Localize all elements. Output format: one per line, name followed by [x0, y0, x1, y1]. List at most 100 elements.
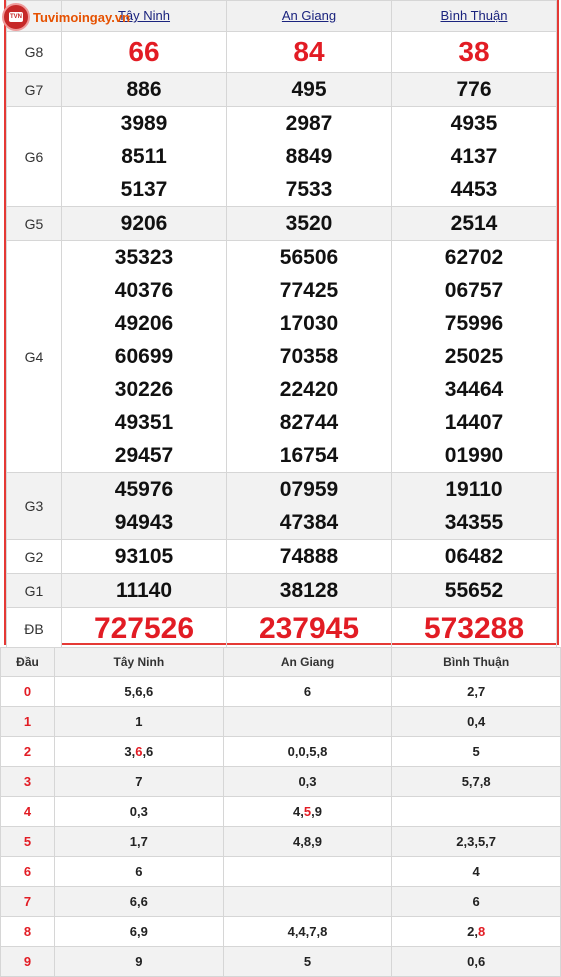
loto-cell: 5	[391, 736, 561, 767]
loto-table-container: Đầu Tây Ninh An Giang Bình Thuận 0 5,6,6 6…	[0, 647, 561, 977]
prize-number: 49351	[114, 411, 174, 434]
loto-row: 0 5,6,6 6 2,7	[0, 676, 561, 707]
prize-cell: 9206	[61, 206, 227, 241]
prize-number: 84	[293, 36, 325, 67]
prize-cell: 35323 40376 49206 60699 30226 49351 29457	[61, 240, 227, 473]
loto-row: 2 3,6,6 0,0,5,8 5	[0, 736, 561, 767]
prize-number: 40376	[114, 279, 174, 302]
loto-dau: 5	[0, 826, 55, 857]
loto-cell: 5	[222, 946, 393, 977]
loto-cell: 2,3,5,7	[391, 826, 561, 857]
loto-header-province: Bình Thuận	[391, 647, 561, 677]
prize-cell: 06482	[391, 539, 557, 574]
loto-cell: 6,9	[54, 916, 224, 947]
prize-number: 886	[126, 78, 162, 101]
logo-badge-icon: TVN	[2, 3, 30, 31]
loto-text: 0,6	[467, 954, 486, 969]
loto-text: 9	[135, 954, 143, 969]
loto-dau: 3	[0, 766, 55, 797]
prize-cell: 237945	[226, 607, 392, 650]
loto-header-province: Tây Ninh	[54, 647, 224, 677]
prize-row-g3: G3 45976 94943 07959 47384 19110 34355	[6, 472, 557, 540]
prize-number: 75996	[444, 312, 504, 335]
prize-number: 495	[291, 78, 327, 101]
prize-number: 38	[458, 36, 490, 67]
province-link[interactable]: Bình Thuận	[441, 8, 508, 23]
loto-text: 6	[303, 684, 312, 699]
loto-cell: 2,8	[391, 916, 561, 947]
prize-number: 776	[456, 78, 492, 101]
prize-number: 573288	[423, 611, 525, 645]
prize-cell: 3520	[226, 206, 392, 241]
loto-cell: 0,3	[222, 766, 393, 797]
prize-label: G5	[6, 206, 62, 241]
prize-number: 8511	[121, 145, 167, 168]
loto-cell: 0,0,5,8	[222, 736, 393, 767]
prize-number: 25025	[444, 345, 504, 368]
loto-text: 5	[303, 954, 312, 969]
prize-number: 94943	[114, 511, 174, 534]
prize-number: 56506	[279, 246, 339, 269]
province-header: Bình Thuận	[391, 0, 557, 32]
prize-cell: 56506 77425 17030 70358 22420 82744 16754	[226, 240, 392, 473]
prize-number: 06757	[444, 279, 504, 302]
loto-cell	[222, 856, 393, 887]
prize-number: 45976	[114, 478, 174, 501]
prize-cell: 62702 06757 75996 25025 34464 14407 01990	[391, 240, 557, 473]
loto-cell: 4,8,9	[222, 826, 393, 857]
prize-number: 82744	[279, 411, 339, 434]
prize-number: 19110	[445, 478, 503, 501]
loto-dau: 8	[0, 916, 55, 947]
province-link[interactable]: An Giang	[282, 8, 336, 23]
loto-row: 3 7 0,3 5,7,8	[0, 766, 561, 797]
loto-dau: 7	[0, 886, 55, 917]
prize-number: 60699	[114, 345, 174, 368]
site-logo[interactable]: TVN Tuvimoingay.vn	[2, 2, 130, 32]
prize-cell: 11140	[61, 573, 227, 608]
prize-number: 55652	[444, 579, 504, 602]
prize-cell: 4935 4137 4453	[391, 106, 557, 207]
prize-number: 30226	[114, 378, 174, 401]
loto-cell: 6,6	[54, 886, 224, 917]
loto-dau: 9	[0, 946, 55, 977]
province-header: An Giang	[226, 0, 392, 32]
loto-text: 6,6	[129, 894, 148, 909]
loto-cell	[222, 886, 393, 917]
prize-cell: 45976 94943	[61, 472, 227, 540]
prize-number: 7533	[285, 178, 333, 201]
loto-cell: 5,7,8	[391, 766, 561, 797]
results-table-container: Tây Ninh An Giang Bình Thuận G8 66 84 38 G7 8…	[4, 0, 559, 650]
prize-cell: 84	[226, 31, 392, 73]
prize-number: 4935	[450, 112, 498, 135]
prize-number: 22420	[279, 378, 339, 401]
loto-cell: 9	[54, 946, 224, 977]
prize-cell: 74888	[226, 539, 392, 574]
loto-cell	[222, 706, 393, 737]
loto-text: 2,	[467, 924, 478, 939]
loto-row: 8 6,9 4,4,7,8 2,8	[0, 916, 561, 947]
loto-cell: 6	[54, 856, 224, 887]
prize-row-g2: G2 93105 74888 06482	[6, 539, 557, 574]
loto-cell	[391, 796, 561, 827]
prize-number: 66	[128, 36, 160, 67]
prize-cell: 38128	[226, 573, 392, 608]
prize-cell: 886	[61, 72, 227, 107]
loto-text: 4,8,9	[293, 834, 322, 849]
loto-text: 1,7	[129, 834, 148, 849]
prize-cell: 727526	[61, 607, 227, 650]
prize-cell: 66	[61, 31, 227, 73]
prize-row-đb: ĐB 727526 237945 573288	[6, 607, 557, 650]
loto-dau: 2	[0, 736, 55, 767]
prize-number: 47384	[279, 511, 339, 534]
loto-text: 2,7	[467, 684, 486, 699]
loto-dau: 6	[0, 856, 55, 887]
loto-highlight: 5	[303, 804, 312, 819]
prize-number: 3989	[120, 112, 168, 135]
prize-number: 06482	[444, 545, 504, 568]
prize-number: 4453	[450, 178, 498, 201]
prize-row-g5: G5 9206 3520 2514	[6, 206, 557, 241]
prize-number: 93105	[114, 545, 174, 568]
loto-text: 5,7,8	[461, 774, 491, 789]
loto-row: 6 6 4	[0, 856, 561, 887]
prize-cell: 2514	[391, 206, 557, 241]
